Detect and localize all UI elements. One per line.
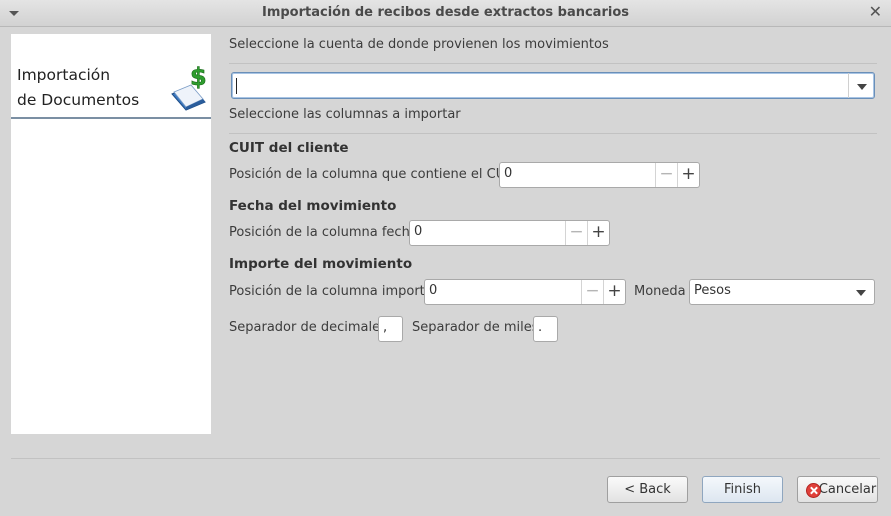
account-label: Seleccione la cuenta de donde provienen … (229, 37, 609, 52)
cuit-section-title: CUIT del cliente (229, 140, 349, 156)
moneda-combobox-value: Pesos (694, 283, 731, 298)
thousands-separator-value[interactable]: . (538, 320, 542, 335)
title-bar: Importación de recibos desde extractos b… (0, 0, 891, 27)
account-dropdown-button[interactable] (848, 73, 874, 98)
side-panel-heading-line1: Importación (17, 66, 111, 84)
fecha-increment-button[interactable]: + (587, 221, 609, 245)
importe-section-title: Importe del movimiento (229, 256, 413, 272)
thousands-separator-field[interactable]: . (533, 316, 558, 342)
divider (229, 63, 877, 64)
side-panel-divider (11, 117, 211, 119)
cuit-decrement-button[interactable]: − (655, 163, 677, 187)
wizard-side-panel: Importación de Documentos $ (11, 34, 211, 434)
fecha-section-title: Fecha del movimiento (229, 198, 397, 214)
cancel-button-label: Cancelar (818, 482, 877, 497)
close-icon[interactable]: ✕ (869, 3, 882, 21)
cancel-icon (806, 483, 821, 498)
cuit-column-spinner[interactable]: 0 − + (499, 162, 700, 188)
divider (229, 133, 877, 134)
chevron-down-icon (856, 290, 866, 296)
svg-text:$: $ (190, 64, 207, 91)
moneda-combobox[interactable]: Pesos (689, 279, 875, 305)
chevron-down-icon (857, 83, 867, 90)
side-panel-heading: Importación de Documentos (17, 63, 139, 113)
fecha-column-label: Posición de la columna fecha (229, 225, 418, 240)
account-combobox[interactable] (231, 72, 875, 99)
text-caret (236, 78, 237, 94)
finish-button[interactable]: Finish (702, 476, 783, 503)
book-dollar-icon: $ (171, 64, 207, 111)
columns-label: Seleccione las columnas a importar (229, 107, 461, 122)
importe-column-label: Posición de la columna importe (229, 284, 433, 299)
side-panel-heading-line2: de Documentos (17, 91, 140, 109)
thousands-separator-label: Separador de miles (412, 320, 539, 335)
importe-increment-button[interactable]: + (603, 280, 625, 304)
fecha-column-value[interactable]: 0 (414, 224, 422, 239)
fecha-column-spinner[interactable]: 0 − + (409, 220, 610, 246)
decimal-separator-field[interactable]: , (378, 316, 403, 342)
cuit-column-label: Posición de la columna que contiene el C… (229, 167, 517, 182)
cancel-button[interactable]: Cancelar (797, 476, 878, 503)
cuit-increment-button[interactable]: + (677, 163, 699, 187)
moneda-dropdown-button[interactable] (848, 280, 874, 304)
moneda-label: Moneda (634, 284, 686, 299)
cuit-column-value[interactable]: 0 (504, 166, 512, 181)
back-button[interactable]: < Back (607, 476, 688, 503)
importe-column-spinner[interactable]: 0 − + (424, 279, 626, 305)
window-title: Importación de recibos desde extractos b… (261, 5, 629, 20)
decimal-separator-value[interactable]: , (383, 320, 387, 335)
decimal-separator-label: Separador de decimales (229, 320, 387, 335)
footer-divider (11, 458, 880, 459)
fecha-decrement-button[interactable]: − (565, 221, 587, 245)
importe-decrement-button[interactable]: − (581, 280, 603, 304)
importe-column-value[interactable]: 0 (429, 283, 437, 298)
